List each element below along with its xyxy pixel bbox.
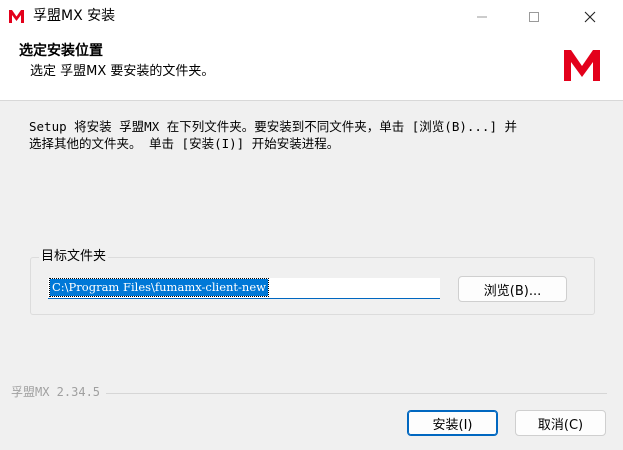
page-subtitle: 选定 孚盟MX 要安装的文件夹。	[30, 64, 215, 79]
version-label: 孚盟MX 2.34.5	[11, 385, 107, 400]
destination-folder-label: 目标文件夹	[39, 248, 109, 265]
close-icon	[584, 11, 596, 22]
install-path-value: C:\Program Files\fumamx-client-new	[49, 278, 269, 297]
browse-button[interactable]: 浏览(B)...	[458, 276, 567, 302]
page-header: 选定安装位置 选定 孚盟MX 要安装的文件夹。	[0, 33, 623, 101]
installer-window: 孚盟MX 安装 选定安装位置 选定 孚盟MX 要安装的文件夹。 Setup 将安…	[0, 0, 623, 450]
description-text: Setup 将安装 孚盟MX 在下列文件夹。要安装到不同文件夹，单击 [浏览(B…	[29, 119, 518, 151]
brand-logo	[564, 50, 600, 81]
title-bar: 孚盟MX 安装	[0, 0, 623, 33]
cancel-button[interactable]: 取消(C)	[515, 410, 606, 436]
window-title: 孚盟MX 安装	[33, 8, 116, 24]
minimize-icon	[477, 16, 487, 17]
close-button[interactable]	[567, 0, 613, 33]
minimize-button[interactable]	[459, 0, 505, 33]
maximize-icon	[529, 11, 539, 22]
app-logo-icon	[9, 10, 24, 23]
install-path-input[interactable]: C:\Program Files\fumamx-client-new	[48, 278, 440, 299]
maximize-button[interactable]	[511, 0, 557, 33]
install-button[interactable]: 安装(I)	[407, 410, 498, 436]
page-title: 选定安装位置	[19, 43, 103, 59]
